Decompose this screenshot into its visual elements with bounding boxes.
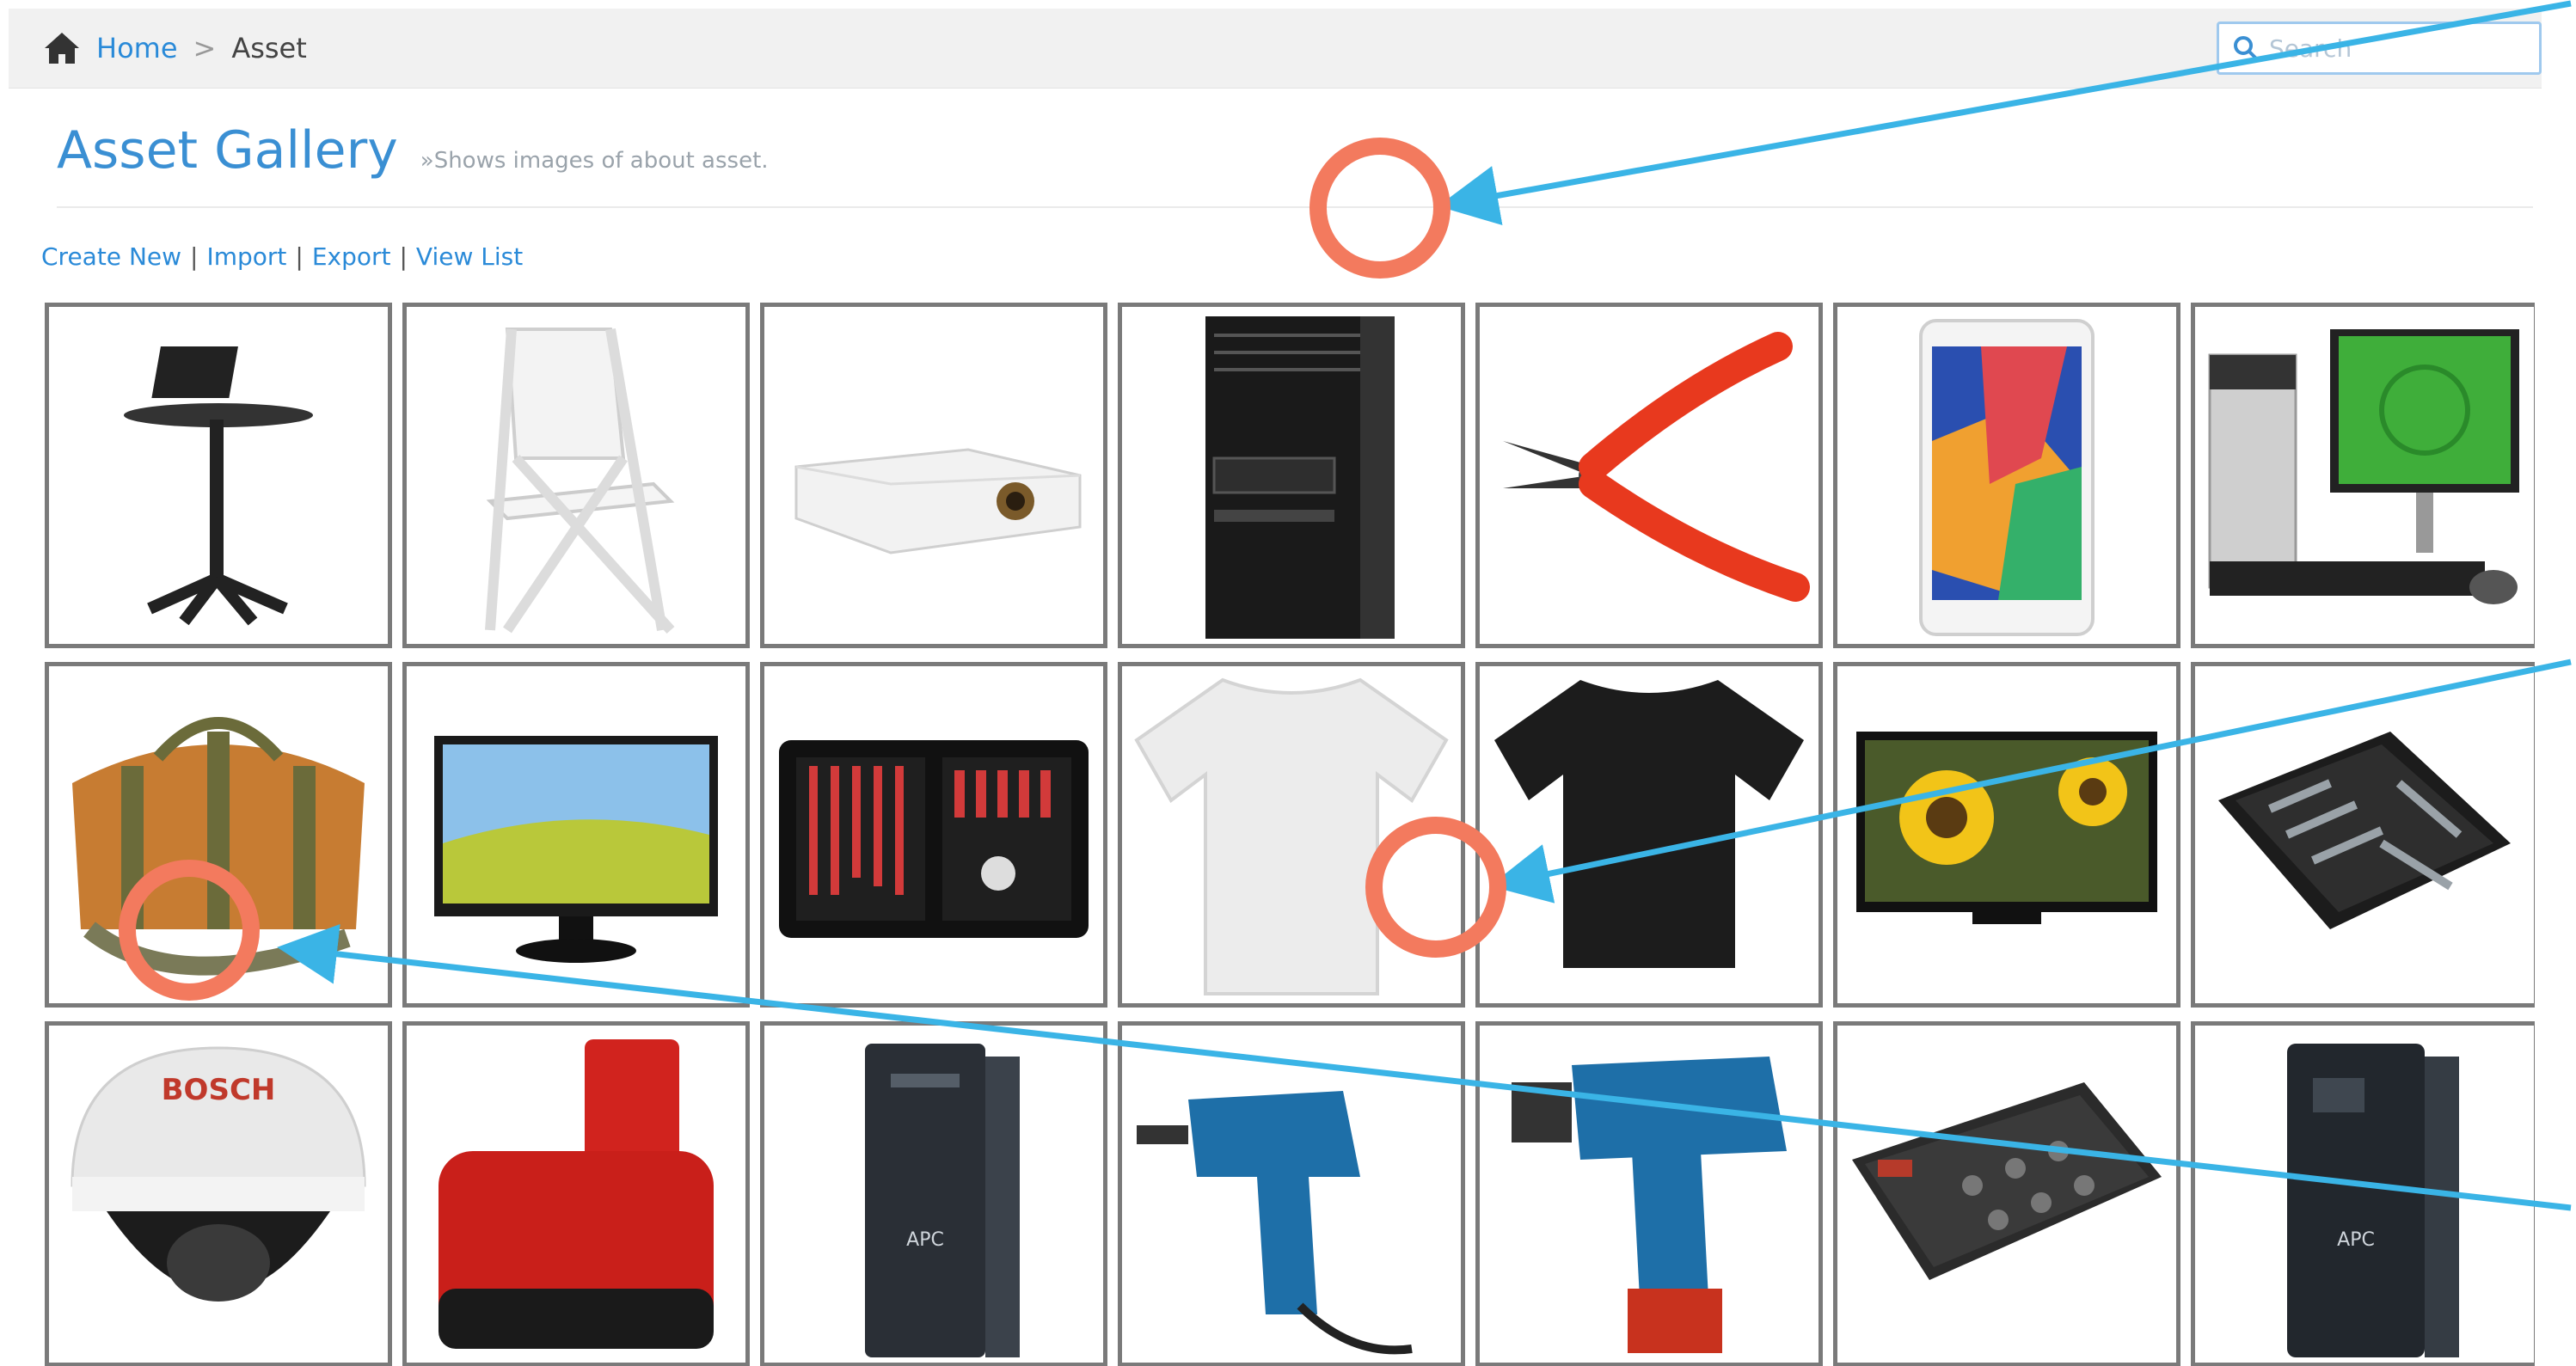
asset-tile-battery-pack[interactable] [402, 1021, 750, 1366]
wire-cutter-image [1503, 332, 1810, 602]
television-image [1856, 732, 2157, 924]
tablet-image [1919, 319, 2095, 636]
corded-drill-image [1137, 1091, 1413, 1355]
folding-chair-image [485, 328, 675, 634]
asset-tile-projector[interactable] [760, 303, 1107, 648]
asset-tile-tool-bag[interactable] [45, 662, 392, 1008]
asset-tile-black-tshirt[interactable] [1475, 662, 1823, 1008]
dome-camera-image: BOSCH [71, 1046, 366, 1302]
page-header: Asset Gallery »Shows images of about ass… [57, 120, 769, 181]
top-bar: Home > Asset [9, 9, 2542, 89]
asset-tile-corded-drill[interactable] [1118, 1021, 1465, 1366]
asset-tile-tool-kit-case[interactable] [760, 662, 1107, 1008]
page-subtitle: »Shows images of about asset. [420, 148, 769, 174]
asset-tile-ups[interactable]: APC [760, 1021, 1107, 1366]
create-new-link[interactable]: Create New [41, 242, 181, 271]
asset-tile-tool-kit-zip[interactable] [2191, 662, 2535, 1008]
ups-large-brand: APC [2337, 1229, 2375, 1251]
import-link[interactable]: Import [206, 242, 286, 271]
ups-large-image: APC [2287, 1044, 2459, 1357]
tool-kit-case-image [779, 740, 1089, 938]
asset-gallery-grid: BOSCH APC APC [45, 303, 2535, 1366]
page-title: Asset Gallery [57, 120, 398, 181]
breadcrumb-separator: > [193, 32, 217, 64]
monitor-image [434, 736, 718, 963]
search-input[interactable] [2267, 33, 2529, 64]
action-links: Create New | Import | Export | View List [41, 242, 523, 271]
breadcrumb: Home > Asset [43, 28, 307, 69]
laptop-stand-image [124, 346, 313, 626]
asset-tile-monitor[interactable] [402, 662, 750, 1008]
asset-tile-television[interactable] [1833, 662, 2180, 1008]
search-box[interactable] [2217, 21, 2542, 75]
white-tshirt-image [1134, 677, 1449, 995]
home-icon[interactable] [43, 31, 81, 65]
asset-tile-dome-camera[interactable]: BOSCH [45, 1021, 392, 1366]
asset-tile-white-tshirt[interactable] [1118, 662, 1465, 1008]
asset-tile-power-strip[interactable] [1833, 1021, 2180, 1366]
projector-image [794, 448, 1082, 554]
action-separator: | [190, 242, 199, 271]
black-tshirt-image [1494, 680, 1804, 968]
ups-brand: APC [906, 1229, 944, 1251]
desktop-computer-image [2208, 329, 2519, 604]
header-divider [57, 206, 2533, 208]
breadcrumb-current: Asset [231, 32, 307, 64]
battery-pack-image [439, 1039, 714, 1349]
asset-tile-ups-large[interactable]: APC [2191, 1021, 2535, 1366]
cordless-drill-image [1512, 1057, 1787, 1353]
tool-bag-image [72, 717, 365, 976]
annotation-circle [1309, 138, 1451, 279]
breadcrumb-home-link[interactable]: Home [96, 32, 178, 64]
view-list-link[interactable]: View List [416, 242, 523, 271]
asset-tile-tower-server[interactable] [1118, 303, 1465, 648]
dome-camera-brand: BOSCH [162, 1073, 276, 1107]
ups-image: APC [865, 1044, 1020, 1357]
action-separator: | [399, 242, 408, 271]
tower-server-image [1205, 316, 1395, 639]
search-icon [2234, 36, 2259, 61]
asset-tile-desktop-computer[interactable] [2191, 303, 2535, 648]
asset-tile-laptop-stand[interactable] [45, 303, 392, 648]
asset-tile-wire-cutter[interactable] [1475, 303, 1823, 648]
power-strip-image [1852, 1082, 2162, 1280]
asset-tile-tablet[interactable] [1833, 303, 2180, 648]
action-separator: | [295, 242, 304, 271]
asset-tile-cordless-drill[interactable] [1475, 1021, 1823, 1366]
asset-tile-folding-chair[interactable] [402, 303, 750, 648]
tool-kit-zip-image [2218, 732, 2511, 929]
export-link[interactable]: Export [312, 242, 391, 271]
